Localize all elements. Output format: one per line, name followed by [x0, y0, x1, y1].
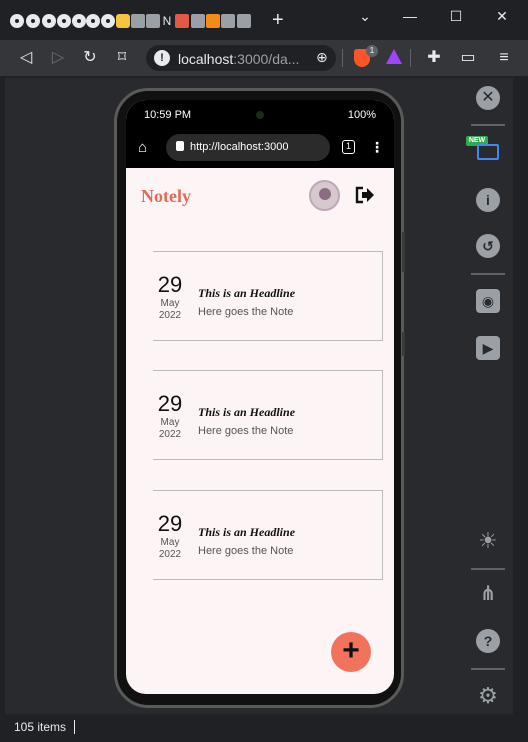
bookmark-icon[interactable]	[146, 14, 160, 28]
bookmark-page-icon[interactable]: ⌑	[112, 48, 132, 68]
tab-favicon-icon[interactable]	[72, 14, 86, 28]
note-card[interactable]: 29 May 2022 This is an Headline Here goe…	[153, 490, 383, 580]
window-edge	[513, 78, 528, 714]
close-emulator-icon[interactable]: ✕	[476, 86, 500, 110]
note-year: 2022	[158, 549, 182, 560]
address-bar-url: localhost:3000/da...	[178, 51, 300, 67]
maximize-button[interactable]: ☐	[446, 7, 466, 25]
tab-favicon-icon[interactable]	[42, 14, 56, 28]
note-month: May	[160, 417, 180, 428]
app-logo[interactable]: Notely	[141, 186, 191, 207]
notion-icon[interactable]: N	[160, 14, 174, 28]
mobile-time: 10:59 PM	[144, 109, 192, 121]
logout-icon[interactable]	[355, 186, 375, 204]
bookmark-icon[interactable]	[191, 14, 205, 28]
zoom-icon[interactable]: ⊕	[316, 49, 328, 66]
note-day: 29	[157, 272, 183, 297]
note-year: 2022	[158, 429, 182, 440]
home-icon[interactable]: ⌂	[138, 140, 154, 156]
emulator-divider	[471, 273, 505, 275]
more-vert-icon[interactable]: ⋮	[370, 138, 384, 156]
mobile-url: http://localhost:3000	[190, 141, 289, 153]
tab-favicon-icon[interactable]	[86, 14, 100, 28]
note-day: 29	[157, 511, 183, 536]
note-card[interactable]: 29 May 2022 This is an Headline Here goe…	[153, 251, 383, 341]
note-body: Here goes the Note	[198, 425, 294, 437]
phone-side-button	[402, 332, 405, 356]
items-count: 105 items	[14, 720, 67, 734]
brave-rewards-icon[interactable]	[386, 49, 402, 64]
rotate-icon[interactable]: ↺	[476, 234, 500, 258]
phone-side-button	[402, 232, 405, 272]
help-icon[interactable]: ?	[476, 629, 500, 653]
share-icon[interactable]: ⋔	[476, 582, 500, 606]
reload-icon[interactable]: ↻	[80, 48, 100, 68]
extensions-icon[interactable]: ✚	[424, 48, 444, 68]
address-bar[interactable]: ! localhost:3000/da... ⊕	[146, 45, 336, 71]
wallet-icon[interactable]: ▭	[458, 48, 478, 68]
device-emulator-toolbar	[467, 78, 513, 714]
status-bar: 105 items	[0, 714, 528, 742]
screenshot-icon[interactable]: ◉	[476, 289, 500, 313]
tab-search-icon[interactable]: ⌄	[355, 7, 375, 25]
shields-count-badge: 1	[366, 45, 378, 57]
mobile-status-bar: 10:59 PM 100%	[126, 100, 394, 130]
bookmark-icon[interactable]	[206, 14, 220, 28]
devices-icon[interactable]	[477, 144, 499, 160]
tab-strip: N + ⌄ — ☐ ✕	[0, 0, 528, 34]
add-note-button[interactable]: +	[331, 632, 371, 672]
close-window-button[interactable]: ✕	[492, 7, 512, 25]
avatar[interactable]	[309, 180, 340, 211]
note-day: 29	[157, 391, 183, 416]
info-icon[interactable]: i	[476, 188, 500, 212]
emulator-divider	[471, 124, 505, 126]
tab-favicon-icon[interactable]	[10, 14, 24, 28]
note-month: May	[160, 537, 180, 548]
note-headline: This is an Headline	[198, 405, 296, 419]
note-headline: This is an Headline	[198, 525, 296, 539]
site-info-icon[interactable]: !	[154, 50, 170, 66]
tab-favicon-icon[interactable]	[26, 14, 40, 28]
mobile-battery: 100%	[347, 109, 376, 121]
lock-icon	[176, 141, 184, 151]
brave-tab-icon[interactable]	[175, 14, 189, 28]
note-year: 2022	[158, 310, 182, 321]
note-headline: This is an Headline	[198, 286, 296, 300]
tab-favicon-icon[interactable]	[101, 14, 115, 28]
settings-gear-icon[interactable]: ⚙	[476, 684, 500, 708]
phone-screen: 10:59 PM 100% ⌂ http://localhost:3000 1 …	[126, 100, 394, 694]
emulator-divider	[471, 568, 505, 570]
tab-count-button[interactable]: 1	[342, 140, 355, 154]
back-icon[interactable]: ◁	[16, 48, 36, 68]
bookmark-icon[interactable]	[131, 14, 145, 28]
note-body: Here goes the Note	[198, 306, 294, 318]
bookmark-icon[interactable]	[237, 14, 251, 28]
status-divider	[74, 720, 75, 734]
mobile-address-bar[interactable]: http://localhost:3000	[166, 134, 330, 161]
note-month: May	[160, 298, 180, 309]
hand-icon[interactable]	[116, 14, 130, 28]
note-body: Here goes the Note	[198, 545, 294, 557]
toolbar-divider	[342, 49, 343, 67]
video-record-icon[interactable]: ▶	[476, 336, 500, 360]
mobile-browser-bar: ⌂ http://localhost:3000 1 ⋮	[126, 130, 394, 168]
new-tab-button[interactable]: +	[272, 10, 284, 30]
tab-favicon-icon[interactable]	[57, 14, 71, 28]
menu-icon[interactable]: ≡	[494, 48, 514, 68]
brightness-icon[interactable]: ☀	[476, 529, 500, 553]
emulator-divider	[471, 668, 505, 670]
bookmark-icon[interactable]	[221, 14, 235, 28]
front-camera	[256, 111, 264, 119]
note-card[interactable]: 29 May 2022 This is an Headline Here goe…	[153, 370, 383, 460]
minimize-button[interactable]: —	[400, 7, 420, 25]
toolbar-divider	[410, 49, 411, 67]
forward-icon[interactable]: ▷	[48, 48, 68, 68]
